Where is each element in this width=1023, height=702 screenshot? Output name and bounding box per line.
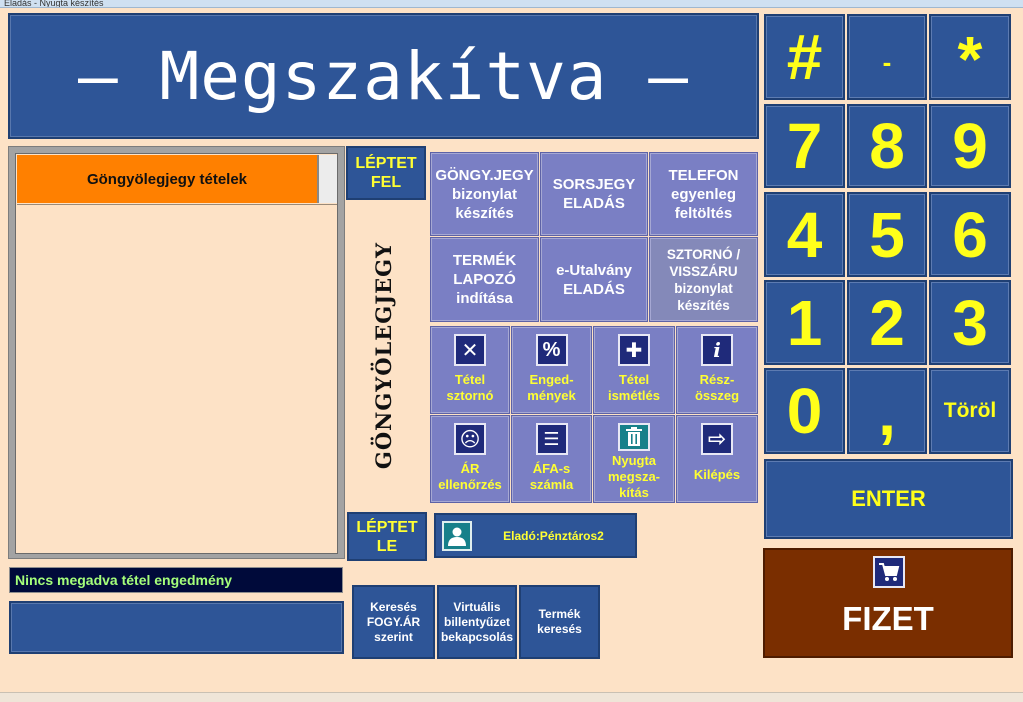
tetel-ismetles-button[interactable]: ✚ Tétel ismétlés: [593, 326, 675, 414]
key-4[interactable]: 4: [764, 192, 845, 277]
ar-ellenorzes-button[interactable]: ☹ ÁR ellenőrzés: [430, 415, 510, 503]
key-3[interactable]: 3: [929, 280, 1011, 365]
key-9[interactable]: 9: [929, 104, 1011, 188]
key-8[interactable]: 8: [847, 104, 927, 188]
virtual-keyboard-button[interactable]: Virtuális billentyűzet bekapcsolás: [437, 585, 517, 659]
close-icon: ✕: [454, 334, 486, 366]
termek-lapozo-button[interactable]: TERMÉK LAPOZÓ indítása: [430, 237, 539, 322]
engedmenyek-label: Enged-mények: [527, 372, 576, 403]
product-search-button[interactable]: Termék keresés: [519, 585, 600, 659]
item-list[interactable]: Göngyölegjegy tételek: [15, 153, 338, 554]
item-list-panel: Göngyölegjegy tételek: [8, 146, 345, 559]
key-1[interactable]: 1: [764, 280, 845, 365]
enter-button[interactable]: ENTER: [764, 459, 1013, 539]
search-by-price-button[interactable]: Keresés FOGY.ÁR szerint: [352, 585, 435, 659]
gongyolegjegy-button[interactable]: GÖNGY.JEGY bizonylat készítés: [430, 152, 539, 236]
ar-ellenorzes-label: ÁR ellenőrzés: [438, 461, 502, 492]
kilepes-button[interactable]: ⇨ Kilépés: [676, 415, 758, 503]
step-up-button[interactable]: LÉPTET FEL: [346, 146, 426, 200]
info-display: [9, 601, 344, 654]
e-utalvany-button[interactable]: e-Utalvány ELADÁS: [540, 237, 648, 322]
invoice-icon: ☰: [535, 423, 568, 455]
user-icon: [442, 520, 472, 551]
tetel-sztorno-label: Tétel sztornó: [446, 372, 494, 403]
seller-display: Eladó:Pénztáros2: [434, 513, 637, 558]
status-banner: — Megszakítva —: [8, 13, 759, 139]
kilepes-label: Kilépés: [693, 467, 741, 482]
nyugta-megszakitas-label: Nyugta megsza-kítás: [607, 453, 661, 500]
mode-label: GÖNGYÖLEGJEGY: [340, 195, 428, 515]
tetel-sztorno-button[interactable]: ✕ Tétel sztornó: [430, 326, 510, 414]
key-asterisk[interactable]: *: [929, 14, 1011, 100]
key-6[interactable]: 6: [929, 192, 1011, 277]
item-list-scrollbar[interactable]: [318, 155, 337, 203]
item-list-header: Göngyölegjegy tételek: [17, 155, 318, 203]
pay-button[interactable]: FIZET: [763, 548, 1013, 658]
key-7[interactable]: 7: [764, 104, 845, 188]
sztorno-visszaru-button[interactable]: SZTORNÓ / VISSZÁRU bizonylat készítés: [649, 237, 758, 322]
engedmenyek-button[interactable]: % Enged-mények: [511, 326, 592, 414]
reszosszeg-button[interactable]: i Rész-összeg: [676, 326, 758, 414]
info-icon: i: [701, 334, 733, 366]
mode-label-text: GÖNGYÖLEGJEGY: [371, 241, 397, 469]
trash-icon: [618, 423, 650, 451]
key-2[interactable]: 2: [847, 280, 927, 365]
key-0[interactable]: 0: [764, 368, 845, 454]
percent-icon: %: [535, 334, 568, 366]
sorsjegy-button[interactable]: SORSJEGY ELADÁS: [540, 152, 648, 236]
tetel-ismetles-label: Tétel ismétlés: [607, 372, 661, 403]
key-comma[interactable]: ,: [847, 368, 927, 454]
key-minus[interactable]: -: [847, 14, 927, 100]
key-5[interactable]: 5: [847, 192, 927, 277]
face-icon: ☹: [454, 423, 486, 455]
cart-icon: [873, 556, 905, 588]
afa-szamla-button[interactable]: ☰ ÁFA-s számla: [511, 415, 592, 503]
plus-icon: ✚: [618, 334, 650, 366]
reszosszeg-label: Rész-összeg: [694, 372, 740, 403]
step-down-button[interactable]: LÉPTET LE: [347, 512, 427, 561]
key-torol[interactable]: Töröl: [929, 368, 1011, 454]
telefon-feltoltes-button[interactable]: TELEFON egyenleg feltöltés: [649, 152, 758, 236]
key-hash[interactable]: #: [764, 14, 845, 100]
item-list-divider: [17, 204, 337, 205]
discount-message: Nincs megadva tétel engedmény: [9, 567, 343, 593]
window-titlebar: Eladás - Nyugta készítés: [0, 0, 1023, 8]
exit-icon: ⇨: [701, 423, 733, 455]
seller-label: Eladó:Pénztáros2: [503, 528, 604, 543]
nyugta-megszakitas-button[interactable]: Nyugta megsza-kítás: [593, 415, 675, 503]
afa-szamla-label: ÁFA-s számla: [529, 461, 574, 492]
pay-label: FIZET: [842, 600, 934, 637]
status-strip: [0, 692, 1023, 702]
